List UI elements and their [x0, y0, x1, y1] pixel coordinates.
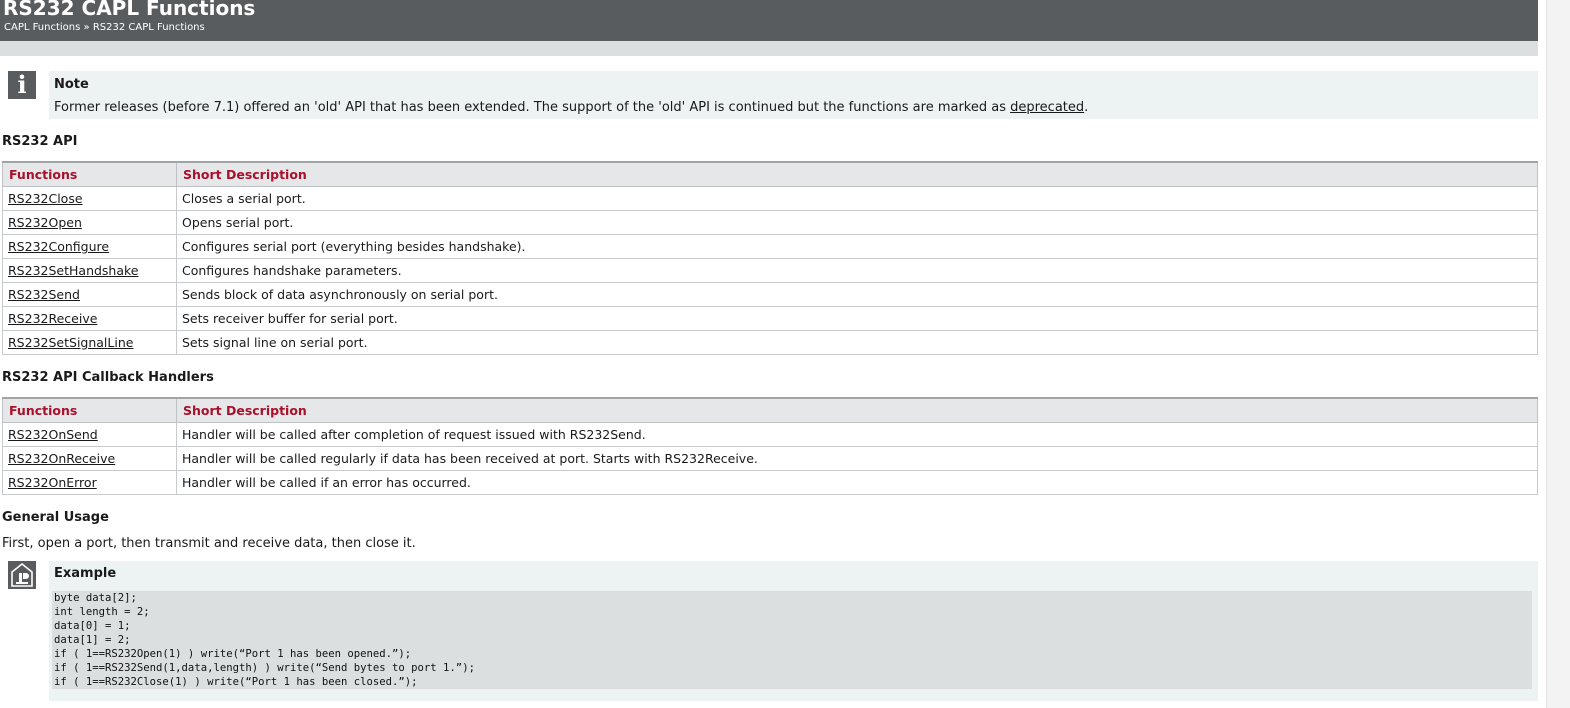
function-link[interactable]: RS232OnError [8, 475, 97, 490]
code-line: if ( 1==RS232Send(1,data,length) ) write… [54, 662, 475, 674]
example-icon [8, 561, 36, 589]
function-link[interactable]: RS232Receive [8, 311, 97, 326]
page-header: RS232 CAPL Functions CAPL Functions » RS… [0, 0, 1538, 41]
note-suffix: . [1084, 100, 1089, 115]
api-table: Functions Short Description RS232Close C… [2, 161, 1538, 355]
column-header-functions: Functions [2, 397, 177, 423]
column-header-functions: Functions [2, 161, 177, 187]
description-cell: Configures handshake parameters. [176, 258, 1538, 283]
function-cell: RS232OnReceive [2, 446, 177, 471]
table-row: RS232OnSend Handler will be called after… [2, 422, 1538, 447]
usage-text: First, open a port, then transmit and re… [2, 536, 416, 551]
function-link[interactable]: RS232SetSignalLine [8, 335, 133, 350]
function-cell: RS232Configure [2, 234, 177, 259]
code-line: if ( 1==RS232Open(1) ) write(“Port 1 has… [54, 648, 412, 660]
code-line: int length = 2; [54, 606, 150, 618]
function-cell: RS232Open [2, 210, 177, 235]
example-title: Example [54, 566, 117, 581]
info-icon: i [8, 71, 36, 99]
callbacks-table: Functions Short Description RS232OnSend … [2, 397, 1538, 495]
section-title-callbacks: RS232 API Callback Handlers [2, 370, 214, 385]
function-link[interactable]: RS232Open [8, 215, 82, 230]
function-link[interactable]: RS232Close [8, 191, 83, 206]
table-header-row: Functions Short Description [2, 161, 1538, 187]
function-cell: RS232Receive [2, 306, 177, 331]
function-link[interactable]: RS232OnReceive [8, 451, 115, 466]
table-header-row: Functions Short Description [2, 397, 1538, 423]
header-divider [0, 41, 1538, 56]
code-line: if ( 1==RS232Close(1) ) write(“Port 1 ha… [54, 676, 418, 688]
table-row: RS232Configure Configures serial port (e… [2, 234, 1538, 259]
code-line: byte data[2]; [54, 592, 137, 604]
table-row: RS232Receive Sets receiver buffer for se… [2, 306, 1538, 331]
description-cell: Sets signal line on serial port. [176, 330, 1538, 355]
breadcrumb[interactable]: CAPL Functions » RS232 CAPL Functions [4, 22, 205, 33]
table-row: RS232OnError Handler will be called if a… [2, 470, 1538, 495]
function-cell: RS232Close [2, 186, 177, 211]
description-cell: Handler will be called regularly if data… [176, 446, 1538, 471]
help-page: RS232 CAPL Functions CAPL Functions » RS… [0, 0, 1538, 708]
function-link[interactable]: RS232Send [8, 287, 80, 302]
table-row: RS232OnReceive Handler will be called re… [2, 446, 1538, 471]
description-cell: Sends block of data asynchronously on se… [176, 282, 1538, 307]
note-text: Former releases (before 7.1) offered an … [54, 100, 1088, 115]
function-cell: RS232OnSend [2, 422, 177, 447]
code-block [52, 591, 1532, 689]
code-line: data[1] = 2; [54, 634, 131, 646]
description-cell: Sets receiver buffer for serial port. [176, 306, 1538, 331]
page-title: RS232 CAPL Functions [3, 0, 256, 20]
table-row: RS232Close Closes a serial port. [2, 186, 1538, 211]
code-line: data[0] = 1; [54, 620, 131, 632]
function-link[interactable]: RS232SetHandshake [8, 263, 139, 278]
note-title: Note [54, 77, 89, 92]
description-cell: Handler will be called if an error has o… [176, 470, 1538, 495]
table-row: RS232Send Sends block of data asynchrono… [2, 282, 1538, 307]
function-cell: RS232Send [2, 282, 177, 307]
table-row: RS232Open Opens serial port. [2, 210, 1538, 235]
section-title-usage: General Usage [2, 510, 109, 525]
column-header-description: Short Description [176, 397, 1538, 423]
function-link[interactable]: RS232OnSend [8, 427, 98, 442]
scrollbar-track[interactable] [1546, 0, 1570, 708]
description-cell: Closes a serial port. [176, 186, 1538, 211]
function-link[interactable]: RS232Configure [8, 239, 109, 254]
function-cell: RS232SetHandshake [2, 258, 177, 283]
column-header-description: Short Description [176, 161, 1538, 187]
description-cell: Configures serial port (everything besid… [176, 234, 1538, 259]
table-row: RS232SetHandshake Configures handshake p… [2, 258, 1538, 283]
description-cell: Handler will be called after completion … [176, 422, 1538, 447]
function-cell: RS232OnError [2, 470, 177, 495]
section-title-api: RS232 API [2, 134, 78, 149]
function-cell: RS232SetSignalLine [2, 330, 177, 355]
deprecated-link[interactable]: deprecated [1010, 100, 1084, 115]
note-body: Former releases (before 7.1) offered an … [54, 100, 1011, 115]
table-row: RS232SetSignalLine Sets signal line on s… [2, 330, 1538, 355]
description-cell: Opens serial port. [176, 210, 1538, 235]
